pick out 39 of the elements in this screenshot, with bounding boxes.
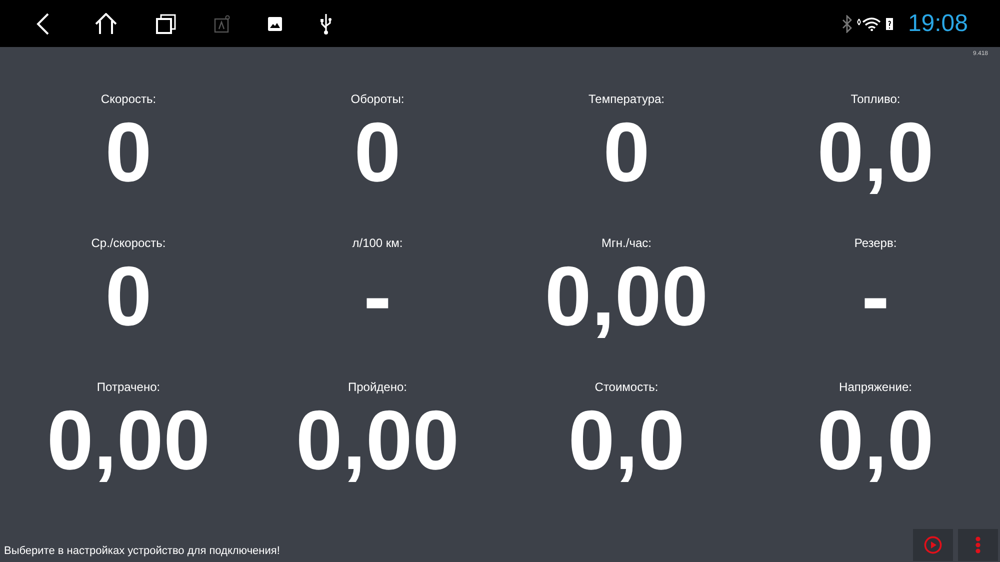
image-text-icon[interactable] <box>214 14 230 32</box>
metric-label: Стоимость: <box>594 380 658 394</box>
metric-value: 0,0 <box>817 104 934 201</box>
metric-value: 0 <box>105 249 152 345</box>
metric-value: 0 <box>354 105 401 201</box>
metric-value: 0,00 <box>296 393 460 489</box>
metric-value: - <box>364 248 392 345</box>
clock-time: 19:08 <box>908 10 968 38</box>
bluetooth-icon <box>842 14 852 32</box>
metric-label: Ср./скорость: <box>91 236 166 250</box>
wifi-icon <box>856 16 881 30</box>
status-message: Выберите в настройках устройство для подключения! <box>3 545 280 559</box>
metric-value: 0,00 <box>46 393 210 489</box>
metric-value: 0,00 <box>544 248 708 345</box>
image-icon[interactable] <box>268 16 282 30</box>
home-icon[interactable] <box>94 12 118 34</box>
metric-value: 0,0 <box>817 393 934 489</box>
recent-apps-icon[interactable] <box>156 14 176 34</box>
usb-icon[interactable] <box>320 12 332 34</box>
metric-label: Резерв: <box>854 236 897 250</box>
metric-value: 0 <box>105 105 152 201</box>
metric-value: 0,0 <box>568 392 685 489</box>
metric-label: Обороты: <box>350 92 404 106</box>
metric-value: 0 <box>603 105 650 201</box>
play-button[interactable] <box>913 529 953 561</box>
metric-label: Напряжение: <box>839 380 912 394</box>
metric-label: Пройдено: <box>348 380 407 394</box>
play-icon <box>924 536 942 554</box>
back-icon[interactable] <box>36 12 50 34</box>
more-button[interactable] <box>958 529 998 561</box>
metric-label: Мгн./час: <box>602 236 652 250</box>
metric-label: Скорость: <box>100 92 156 106</box>
battery-icon <box>886 17 893 30</box>
metric-label: Топливо: <box>850 92 900 106</box>
more-icon <box>975 536 981 554</box>
metric-label: л/100 км: <box>352 236 403 250</box>
metric-label: Температура: <box>588 92 664 106</box>
metric-label: Потрачено: <box>96 380 160 394</box>
metric-value: - <box>862 249 890 345</box>
